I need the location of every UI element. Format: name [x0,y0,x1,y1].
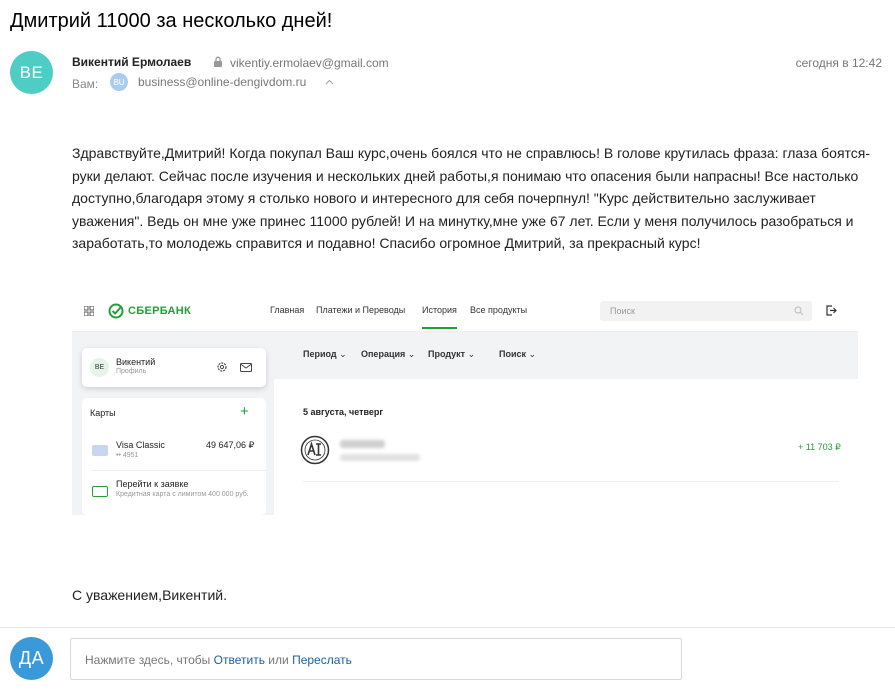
bank-search: Поиск [600,301,812,321]
filter-period: Период [303,349,347,360]
reply-prefix: Нажмите здесь, чтобы [85,653,211,667]
bank-search-placeholder: Поиск [610,306,635,316]
gear-icon [217,362,227,372]
bank-card-balance: 49 647,06 ₽ [206,440,255,450]
bank-profile-card: ВЕ Викентий Профиль [82,348,266,387]
plus-icon: + [240,403,249,420]
mail-icon [240,363,252,372]
bank-topbar: СБЕРБАНК Главная Платежи и Переводы Исто… [72,290,858,332]
divider [90,470,266,471]
filter-product: Продукт [428,349,475,360]
bank-nav-home: Главная [270,305,305,315]
blurred-transaction-desc [340,454,420,461]
card-icon [92,445,108,456]
bank-profile-name: Викентий [116,357,156,367]
bank-profile-avatar: ВЕ [90,358,109,377]
sender-avatar[interactable]: ВЕ [10,51,53,94]
email-body: Здравствуйте,Дмитрий! Когда покупал Ваш … [72,145,871,251]
email-signature: С уважением,Викентий. [72,587,227,603]
bank-screenshot: СБЕРБАНК Главная Платежи и Переводы Исто… [72,290,858,515]
bank-date-heading: 5 августа, четверг [303,407,384,417]
credit-card-icon [92,486,108,497]
forward-link[interactable]: Переслать [292,653,352,667]
logout-icon [826,305,837,316]
email-date: сегодня в 12:42 [795,56,882,70]
sberbank-brand: СБЕРБАНК [128,305,192,317]
bank-nav-history: История [422,305,457,329]
transaction-logo-icon [300,435,330,465]
reply-link[interactable]: Ответить [214,653,265,667]
recipient-label: Вам: [72,77,99,91]
search-icon [794,306,804,316]
recipient-avatar: BU [110,73,128,91]
sender-name[interactable]: Викентий Ермолаев [72,55,191,69]
bank-card-name: Visa Classic [116,440,165,450]
bank-apply-title: Перейти к заявке [116,479,189,489]
email-subject: Дмитрий 11000 за несколько дней! [10,10,333,32]
sender-email[interactable]: vikentiy.ermolaev@gmail.com [230,56,389,70]
chevron-up-icon[interactable] [325,79,334,85]
bank-cards-title: Карты [90,408,116,418]
divider [303,481,839,482]
reply-or: или [268,653,289,667]
blurred-transaction-name [340,440,385,448]
filter-operation: Операция [361,349,415,360]
recipient-email[interactable]: business@online-dengivdom.ru [138,75,306,89]
bank-nav-products: Все продукты [470,305,528,315]
sberbank-logo-icon [108,303,124,319]
bank-profile-sub: Профиль [116,368,147,375]
filter-search: Поиск [499,349,536,360]
divider [0,627,895,628]
lock-icon [214,56,222,67]
reply-avatar: ДА [10,637,53,680]
reply-box[interactable]: Нажмите здесь, чтобы Ответить или Пересл… [70,638,682,680]
bank-card-number: •• 4951 [116,452,139,459]
grid-icon [84,306,94,316]
bank-cards-panel: Карты + Visa Classic •• 4951 49 647,06 ₽… [82,398,266,515]
bank-nav-payments: Платежи и Переводы [316,305,406,315]
bank-apply-desc: Кредитная карта с лимитом 400 000 руб. [116,491,249,498]
bank-transaction-amount: + 11 703 ₽ [798,442,841,452]
